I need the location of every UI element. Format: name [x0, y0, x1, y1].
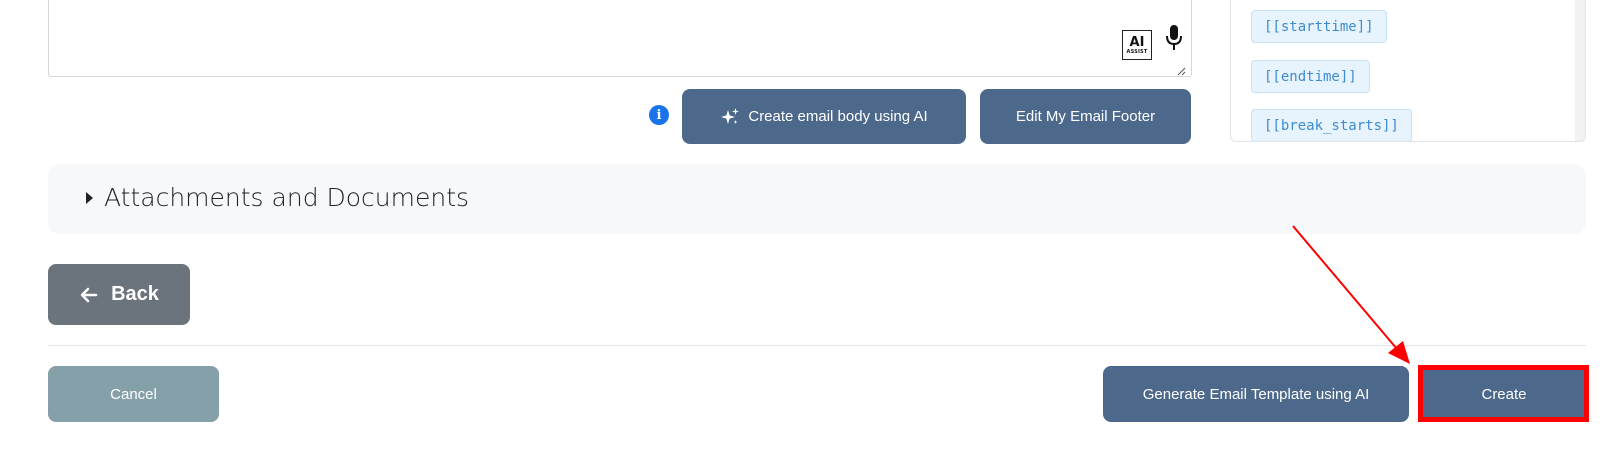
back-button[interactable]: Back [48, 264, 190, 325]
microphone-icon[interactable] [1164, 24, 1184, 52]
variable-panel: [[starttime]] [[endtime]] [[break_starts… [1230, 0, 1586, 142]
info-icon[interactable]: i [649, 105, 669, 125]
create-label: Create [1481, 385, 1527, 403]
variable-panel-scrollbar[interactable] [1575, 0, 1585, 141]
edit-email-footer-button[interactable]: Edit My Email Footer [980, 89, 1191, 144]
sparkle-icon [721, 107, 740, 124]
generate-email-template-ai-button[interactable]: Generate Email Template using AI [1103, 366, 1409, 422]
divider [48, 345, 1586, 346]
attachments-accordion[interactable]: Attachments and Documents [48, 164, 1586, 234]
page: AI ASSIST i Create email body using AI E… [0, 0, 1618, 462]
variable-chip-break-starts[interactable]: [[break_starts]] [1251, 109, 1412, 141]
arrow-left-icon [80, 287, 98, 302]
caret-right-icon [86, 192, 93, 204]
cancel-label: Cancel [110, 385, 157, 403]
variable-chip-endtime[interactable]: [[endtime]] [1251, 60, 1370, 93]
cancel-button[interactable]: Cancel [48, 366, 219, 422]
attachments-title: Attachments and Documents [104, 183, 470, 212]
email-body-editor[interactable] [48, 0, 1192, 77]
back-label: Back [111, 283, 159, 305]
variable-chip-starttime[interactable]: [[starttime]] [1251, 10, 1387, 43]
ai-assist-text: AI [1129, 34, 1145, 50]
create-email-body-ai-label: Create email body using AI [748, 108, 928, 125]
ai-assist-subtext: ASSIST [1126, 48, 1148, 55]
resize-handle-icon[interactable] [1176, 66, 1186, 76]
create-email-body-ai-button[interactable]: Create email body using AI [682, 89, 966, 144]
ai-assist-icon[interactable]: AI ASSIST [1122, 30, 1152, 60]
edit-email-footer-label: Edit My Email Footer [1015, 108, 1156, 125]
generate-email-template-label: Generate Email Template using AI [1142, 385, 1370, 403]
create-button[interactable]: Create [1422, 366, 1586, 422]
